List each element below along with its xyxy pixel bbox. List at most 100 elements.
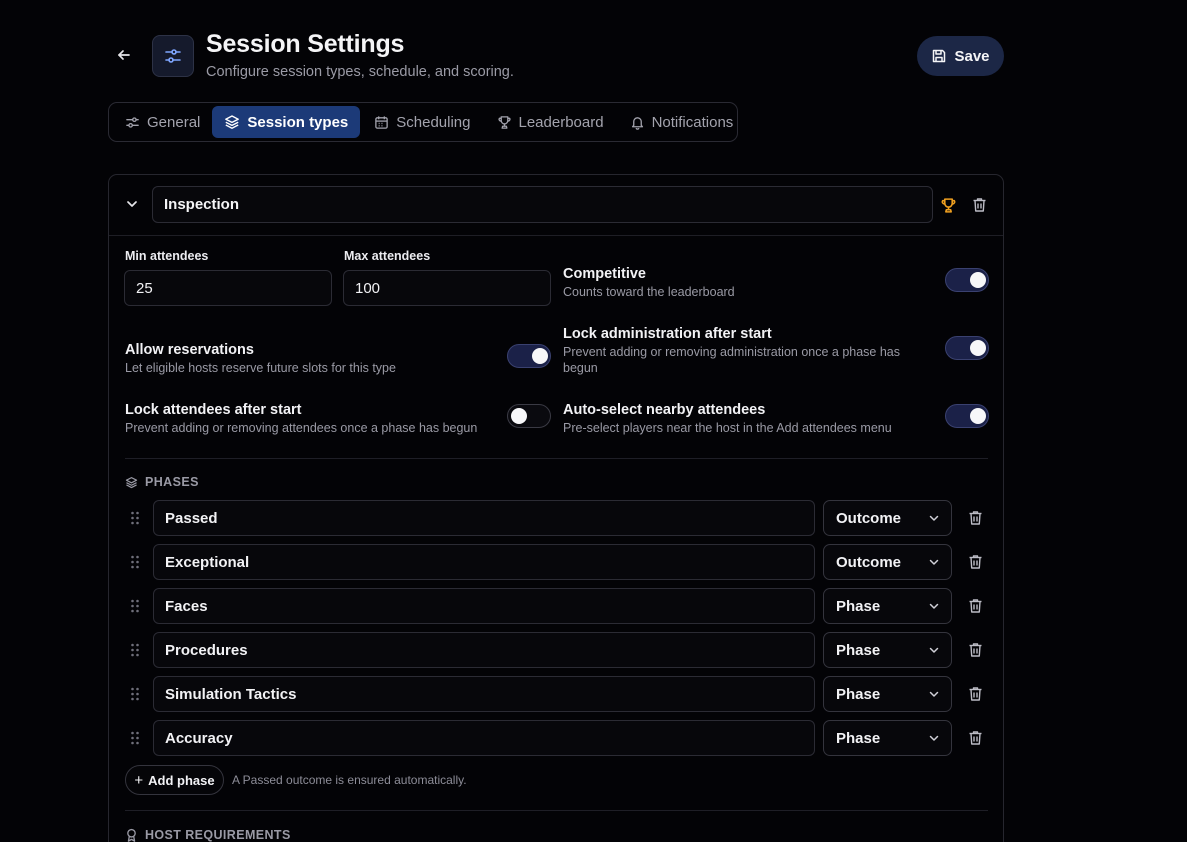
phase-kind-select[interactable]: Phase — [823, 720, 952, 756]
phase-kind-select[interactable]: Phase — [823, 632, 952, 668]
phase-kind-value: Phase — [836, 641, 881, 659]
divider — [125, 458, 988, 459]
add-phase-hint: A Passed outcome is ensured automaticall… — [232, 773, 467, 787]
competitive-title: Competitive — [563, 266, 646, 282]
tab-label: Session types — [247, 113, 349, 131]
page-subtitle: Configure session types, schedule, and s… — [206, 64, 514, 80]
max-attendees-label: Max attendees — [344, 249, 431, 263]
save-button[interactable]: Save — [917, 36, 1004, 76]
bell-icon — [630, 115, 645, 130]
trash-icon — [969, 687, 981, 701]
allow-reservations-title: Allow reservations — [125, 342, 254, 358]
back-button[interactable] — [114, 45, 134, 65]
tab-scheduling[interactable]: Scheduling — [360, 106, 482, 138]
host-requirements-heading: HOST REQUIREMENTS — [125, 828, 291, 842]
calendar-icon — [374, 115, 389, 130]
phase-kind-select[interactable]: Outcome — [823, 544, 952, 580]
trash-icon — [969, 599, 981, 613]
competitive-trophy-button[interactable] — [938, 195, 958, 215]
phase-kind-value: Phase — [836, 597, 881, 615]
phase-kind-select[interactable]: Phase — [823, 588, 952, 624]
drag-handle-icon[interactable] — [129, 686, 141, 702]
lock-attendees-toggle[interactable] — [507, 404, 551, 428]
session-type-header — [109, 175, 1003, 236]
phase-name-input[interactable] — [153, 544, 815, 580]
drag-handle-icon[interactable] — [129, 598, 141, 614]
min-attendees-input[interactable] — [124, 270, 332, 306]
drag-handle-icon[interactable] — [129, 642, 141, 658]
delete-phase-button[interactable] — [966, 729, 984, 747]
max-attendees-input[interactable] — [343, 270, 551, 306]
tab-notifications[interactable]: Notifications — [616, 106, 746, 138]
badge-icon — [127, 828, 136, 842]
settings-sliders-icon — [152, 35, 194, 77]
lock-administration-toggle[interactable] — [945, 336, 989, 360]
lock-administration-title: Lock administration after start — [563, 326, 772, 342]
phase-kind-select[interactable]: Outcome — [823, 500, 952, 536]
phase-name-input[interactable] — [153, 500, 815, 536]
toggle-knob — [970, 340, 986, 356]
trophy-icon — [497, 115, 512, 130]
sliders-icon — [125, 115, 140, 130]
delete-session-type-button[interactable] — [970, 196, 988, 214]
phase-row: Outcome — [125, 500, 985, 536]
chevron-down-icon — [929, 691, 939, 697]
allow-reservations-toggle[interactable] — [507, 344, 551, 368]
auto-select-toggle[interactable] — [945, 404, 989, 428]
save-label: Save — [954, 47, 990, 65]
auto-select-title: Auto-select nearby attendees — [563, 402, 766, 418]
drag-handle-icon[interactable] — [129, 730, 141, 746]
phase-name-input[interactable] — [153, 588, 815, 624]
toggle-knob — [532, 348, 548, 364]
chevron-down-icon — [929, 735, 939, 741]
host-requirements-label: HOST REQUIREMENTS — [145, 828, 291, 842]
trash-icon — [969, 643, 981, 657]
auto-select-desc: Pre-select players near the host in the … — [563, 421, 892, 435]
delete-phase-button[interactable] — [966, 509, 984, 527]
arrow-left-icon — [118, 50, 130, 60]
drag-handle-icon[interactable] — [129, 510, 141, 526]
phases-heading-label: PHASES — [145, 475, 199, 489]
delete-phase-button[interactable] — [966, 553, 984, 571]
tab-label: General — [147, 113, 201, 131]
trophy-icon — [941, 197, 955, 213]
lock-administration-desc: Prevent adding or removing administratio… — [563, 345, 901, 375]
phase-name-input[interactable] — [153, 676, 815, 712]
divider — [125, 810, 988, 811]
phase-name-input[interactable] — [153, 632, 815, 668]
delete-phase-button[interactable] — [966, 597, 984, 615]
tab-label: Leaderboard — [518, 113, 604, 131]
tab-label: Notifications — [651, 113, 734, 131]
toggle-knob — [511, 408, 527, 424]
competitive-desc: Counts toward the leaderboard — [563, 285, 735, 299]
page-title: Session Settings — [206, 30, 405, 58]
phase-name-input[interactable] — [153, 720, 815, 756]
add-phase-button[interactable]: + Add phase — [125, 765, 224, 795]
layers-icon — [125, 476, 138, 488]
competitive-toggle[interactable] — [945, 268, 989, 292]
lock-attendees-title: Lock attendees after start — [125, 402, 302, 418]
session-type-name-input[interactable] — [152, 186, 933, 223]
min-attendees-label: Min attendees — [125, 249, 209, 263]
toggle-knob — [970, 272, 986, 288]
allow-reservations-desc: Let eligible hosts reserve future slots … — [125, 361, 396, 375]
phase-kind-value: Phase — [836, 685, 881, 703]
delete-phase-button[interactable] — [966, 641, 984, 659]
tab-label: Scheduling — [396, 113, 471, 131]
drag-handle-icon[interactable] — [129, 554, 141, 570]
session-type-card: Min attendees Max attendees Competitive … — [108, 174, 1004, 842]
trash-icon — [969, 555, 981, 569]
trash-icon — [969, 511, 981, 525]
tab-general[interactable]: General — [111, 106, 212, 138]
layers-icon — [224, 114, 240, 130]
phase-kind-select[interactable]: Phase — [823, 676, 952, 712]
collapse-button[interactable] — [123, 195, 141, 213]
delete-phase-button[interactable] — [966, 685, 984, 703]
tab-session-types[interactable]: Session types — [212, 106, 361, 138]
settings-tabs: General Session types Scheduling Leaderb… — [108, 102, 738, 142]
phases-heading: PHASES — [125, 475, 199, 489]
tab-leaderboard[interactable]: Leaderboard — [483, 106, 616, 138]
phase-row: Phase — [125, 720, 985, 756]
phase-row: Outcome — [125, 544, 985, 580]
phase-kind-value: Outcome — [836, 553, 902, 571]
